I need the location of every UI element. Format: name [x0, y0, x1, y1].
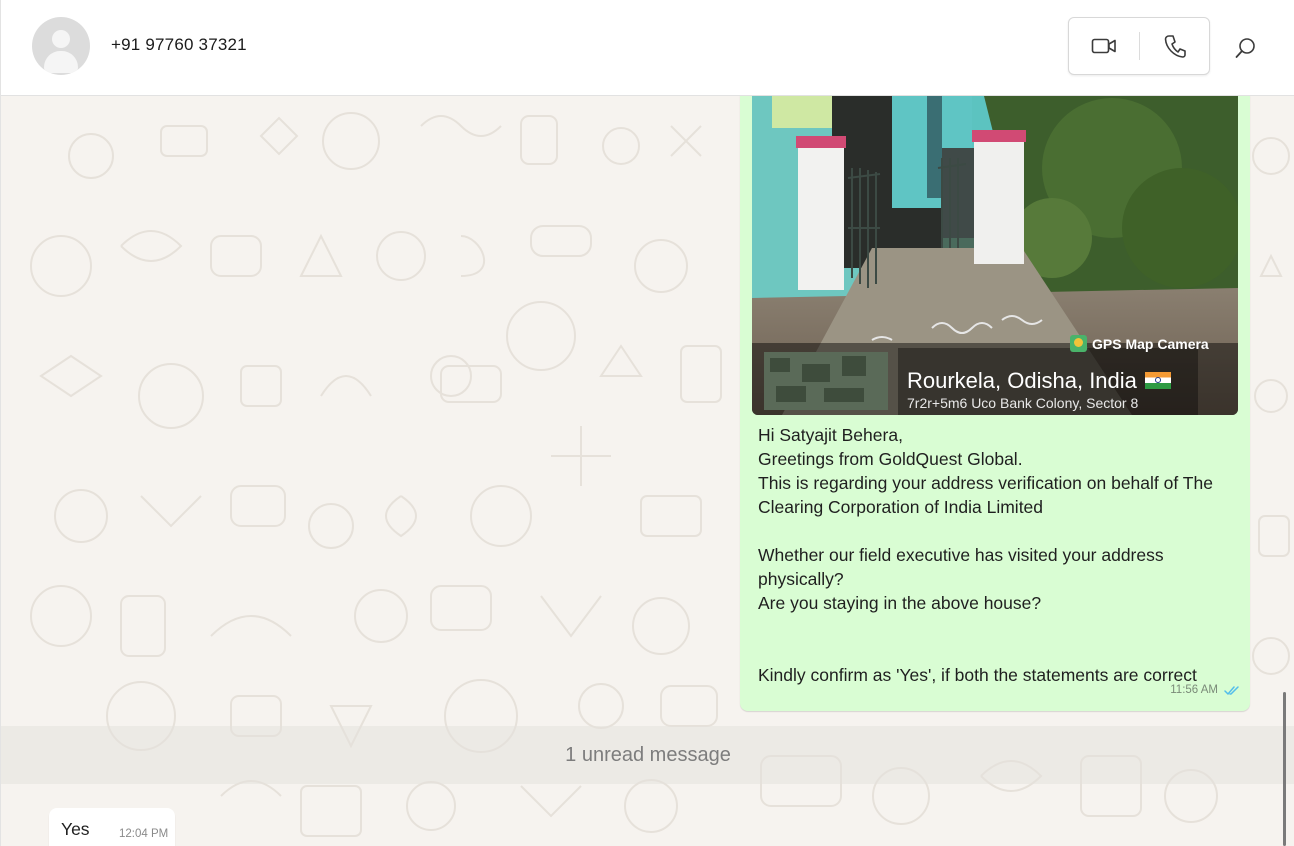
- message-line: Greetings from GoldQuest Global.: [758, 449, 1023, 469]
- outgoing-message-bubble[interactable]: GPS Map Camera Rourkela, Odisha, India 7…: [740, 96, 1250, 711]
- photo-watermark: GPS Map Camera: [1092, 336, 1209, 352]
- india-flag-icon: [1144, 372, 1171, 389]
- chat-header: +91 97760 37321: [1, 0, 1294, 96]
- photo-location-caption: Rourkela, Odisha, India: [907, 368, 1171, 394]
- incoming-message-bubble[interactable]: Yes 12:04 PM: [49, 808, 175, 846]
- call-buttons-group: [1068, 17, 1210, 75]
- search-icon: [1235, 38, 1255, 58]
- voice-call-button[interactable]: [1140, 18, 1210, 74]
- message-line: Kindly confirm as 'Yes', if both the sta…: [758, 665, 1197, 685]
- unread-messages-divider: 1 unread message: [565, 744, 731, 766]
- gps-map-camera-logo-icon: [1070, 335, 1087, 352]
- photo-location-text: Rourkela, Odisha, India: [907, 368, 1137, 393]
- chat-scrollbar[interactable]: [1283, 692, 1286, 846]
- contact-name[interactable]: +91 97760 37321: [111, 35, 247, 55]
- outgoing-message-meta: 11:56 AM: [1170, 684, 1240, 696]
- message-line: [758, 639, 1238, 663]
- outgoing-message-text: Hi Satyajit Behera, Greetings from GoldQ…: [758, 423, 1238, 687]
- whatsapp-chat-window: +91 97760 37321 GPS Map Camera Rourkela,…: [0, 0, 1294, 846]
- message-photo[interactable]: GPS Map Camera Rourkela, Odisha, India 7…: [752, 96, 1238, 415]
- double-check-read-icon: [1224, 685, 1240, 696]
- avatar-body-shape: [44, 51, 78, 73]
- message-line: Whether our field executive has visited …: [758, 545, 1164, 565]
- photo-address-caption: 7r2r+5m6 Uco Bank Colony, Sector 8: [907, 395, 1139, 411]
- message-timestamp: 11:56 AM: [1170, 684, 1218, 696]
- contact-avatar[interactable]: [32, 17, 90, 75]
- phone-icon: [1164, 35, 1186, 58]
- search-button[interactable]: [1231, 33, 1261, 63]
- incoming-message-timestamp: 12:04 PM: [119, 828, 169, 840]
- message-line: physically?: [758, 569, 844, 589]
- video-call-button[interactable]: [1069, 18, 1139, 74]
- message-line: Hi Satyajit Behera,: [758, 425, 903, 445]
- message-line: This is regarding your address verificat…: [758, 473, 1213, 493]
- message-line: [758, 615, 1238, 639]
- avatar-head-shape: [52, 30, 70, 48]
- message-line: [758, 519, 1238, 543]
- incoming-message-text: Yes: [61, 819, 90, 839]
- message-line: Are you staying in the above house?: [758, 593, 1042, 613]
- video-camera-icon: [1091, 38, 1116, 54]
- chat-messages-pane[interactable]: GPS Map Camera Rourkela, Odisha, India 7…: [1, 96, 1294, 846]
- message-line: Clearing Corporation of India Limited: [758, 497, 1044, 517]
